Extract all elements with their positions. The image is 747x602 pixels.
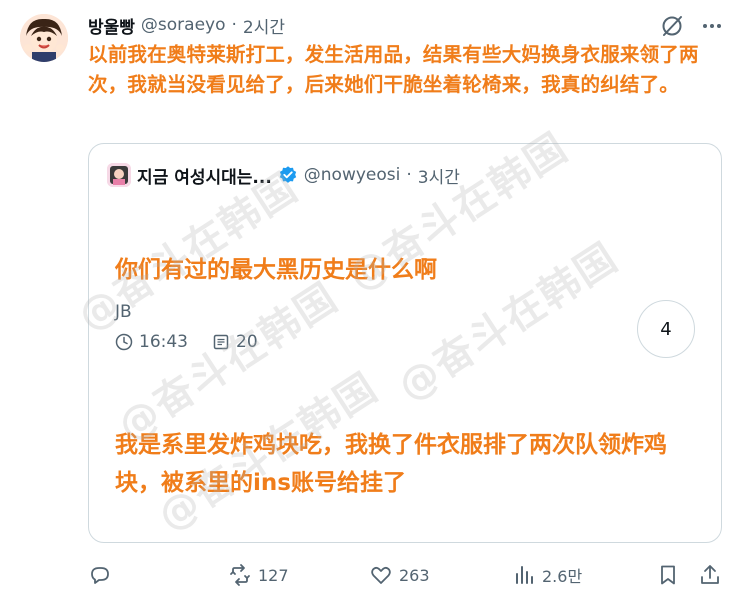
quote-separator-dot: ·: [406, 165, 412, 185]
author-avatar[interactable]: [20, 14, 68, 62]
heart-icon: [371, 566, 391, 584]
retweet-button[interactable]: 127: [228, 562, 289, 588]
grok-button[interactable]: [660, 14, 684, 38]
more-button[interactable]: [700, 14, 724, 38]
views-button[interactable]: 2.6만: [512, 562, 582, 588]
views-count: 2.6만: [542, 567, 583, 586]
retweet-icon: [230, 564, 250, 586]
anime-avatar-icon: [20, 14, 68, 62]
post-time[interactable]: 2시간: [243, 13, 285, 38]
quote-question-text: 你们有过的最大黑历史是什么啊: [115, 257, 437, 283]
quote-header: 지금 여성시대는... @nowyeosi · 3시간: [107, 162, 460, 188]
verified-badge-icon: [279, 166, 296, 183]
reply-icon: [91, 567, 109, 584]
share-button[interactable]: [698, 562, 722, 588]
comment-count: 20: [236, 332, 258, 352]
clock-meta: 16:43: [115, 332, 188, 352]
comment-meta: 20: [212, 332, 258, 352]
action-bar: 127 263 2.6만: [88, 562, 728, 590]
reply-count-badge: 4: [637, 300, 695, 358]
retweet-count: 127: [258, 565, 289, 585]
comment-list-icon: [213, 334, 229, 350]
bookmark-button[interactable]: [656, 562, 680, 588]
separator-dot: ·: [231, 15, 237, 35]
quote-time[interactable]: 3시간: [418, 163, 460, 188]
quote-author-avatar[interactable]: [107, 163, 131, 187]
bookmark-icon: [661, 565, 675, 585]
quote-author-handle[interactable]: @nowyeosi: [304, 165, 401, 185]
like-count: 263: [399, 565, 430, 585]
tweet-header: 방울빵 @soraeyo · 2시간: [88, 12, 285, 38]
more-dots-icon: [703, 24, 721, 28]
reply-button[interactable]: [88, 562, 112, 588]
views-chart-icon: [516, 566, 533, 584]
tweet: 방울빵 @soraeyo · 2시간 以前我在奥特莱斯打工，发生活用品，结果有些…: [0, 0, 747, 602]
quote-avatar-icon: [107, 163, 131, 187]
author-name[interactable]: 방울빵: [88, 13, 135, 38]
quote-meta: 16:43 20: [115, 332, 258, 352]
clock-time: 16:43: [139, 332, 188, 352]
quoted-tweet[interactable]: 지금 여성시대는... @nowyeosi · 3시간 你们有过的最大黑历史是什…: [88, 143, 722, 543]
share-icon: [701, 565, 719, 584]
tweet-text: 以前我在奥特莱斯打工，发生活用品，结果有些大妈换身衣服来领了两次，我就当没看见给…: [88, 43, 699, 96]
quote-reply-text: 我是系里发炸鸡块吃，我换了件衣服排了两次队领炸鸡块，被系里的ins账号给挂了: [115, 432, 667, 496]
clock-icon: [115, 333, 133, 351]
like-button[interactable]: 263: [369, 562, 430, 588]
quote-author-name[interactable]: 지금 여성시대는...: [137, 163, 272, 188]
author-handle[interactable]: @soraeyo: [141, 15, 226, 35]
quote-author-tag: JB: [115, 302, 132, 322]
grok-icon: [662, 16, 682, 36]
